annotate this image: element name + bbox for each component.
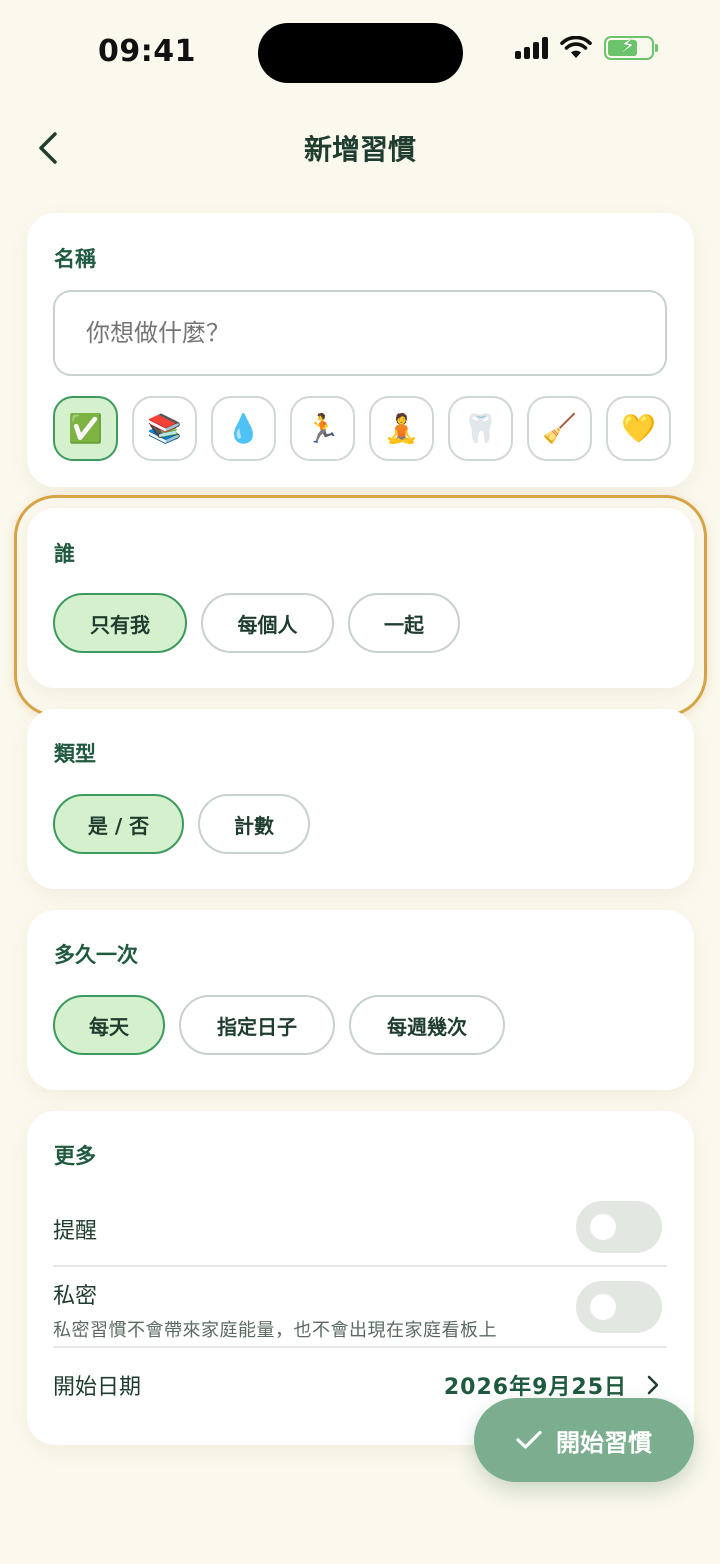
frequency-option-times-per-week[interactable]: 每週幾次	[349, 995, 505, 1055]
emoji-option[interactable]: 🧹	[527, 396, 592, 461]
emoji-option[interactable]: 💧	[211, 396, 276, 461]
chevron-right-icon	[647, 1375, 659, 1395]
private-description: 私密習慣不會帶來家庭能量，也不會出現在家庭看板上	[53, 1320, 497, 1341]
name-label: 名稱	[54, 247, 96, 271]
more-label: 更多	[54, 1144, 96, 1168]
check-mark-emoji-icon: ✅	[68, 412, 103, 445]
page-title: 新增習慣	[303, 133, 416, 166]
cellular-signal-icon	[515, 37, 548, 59]
focus-highlight-ring	[14, 495, 707, 717]
reminder-row: 提醒	[53, 1213, 667, 1245]
emoji-option[interactable]: 💛	[606, 396, 671, 461]
start-date-value: 2026年9月25日	[443, 1375, 627, 1400]
dynamic-island	[258, 23, 463, 83]
private-row: 私密 私密習慣不會帶來家庭能量，也不會出現在家庭看板上	[53, 1278, 667, 1342]
status-bar: 09:41 ⚡	[0, 0, 720, 104]
more-card: 更多 提醒 私密 私密習慣不會帶來家庭能量，也不會出現在家庭看板上 開始日期 2…	[27, 1111, 694, 1445]
reminder-toggle[interactable]	[576, 1201, 662, 1253]
battery-charging-icon: ⚡	[604, 35, 658, 60]
emoji-option[interactable]: 🏃	[290, 396, 355, 461]
type-option-yes-no[interactable]: 是 / 否	[53, 794, 184, 854]
yellow-heart-emoji-icon: 💛	[621, 412, 656, 445]
runner-emoji-icon: 🏃	[305, 412, 340, 445]
start-date-row[interactable]: 開始日期 2026年9月25日	[53, 1369, 667, 1401]
droplet-emoji-icon: 💧	[226, 412, 261, 445]
frequency-options: 每天 指定日子 每週幾次	[53, 995, 505, 1055]
frequency-option-specific-days[interactable]: 指定日子	[179, 995, 335, 1055]
private-toggle[interactable]	[576, 1281, 662, 1333]
emoji-picker: ✅ 📚 💧 🏃 🧘 🦷 🧹 💛	[53, 396, 671, 461]
status-icons: ⚡	[515, 35, 658, 60]
name-card: 名稱 ✅ 📚 💧 🏃 🧘 🦷 🧹 💛	[27, 213, 694, 487]
divider	[53, 1265, 667, 1267]
meditation-emoji-icon: 🧘	[384, 412, 419, 445]
start-habit-label: 開始習慣	[556, 1428, 652, 1457]
emoji-option[interactable]: 📚	[132, 396, 197, 461]
habit-name-input[interactable]	[53, 290, 667, 376]
broom-emoji-icon: 🧹	[542, 412, 577, 445]
check-icon	[516, 1430, 542, 1449]
emoji-option[interactable]: 🦷	[448, 396, 513, 461]
status-time: 09:41	[98, 34, 196, 69]
private-label: 私密	[53, 1284, 98, 1309]
frequency-label: 多久一次	[54, 943, 138, 967]
wifi-icon	[560, 36, 592, 58]
type-card: 類型 是 / 否 計數	[27, 709, 694, 889]
divider	[53, 1346, 667, 1348]
frequency-option-daily[interactable]: 每天	[53, 995, 165, 1055]
type-option-count[interactable]: 計數	[198, 794, 310, 854]
frequency-card: 多久一次 每天 指定日子 每週幾次	[27, 910, 694, 1090]
reminder-label: 提醒	[53, 1219, 98, 1244]
emoji-option[interactable]: ✅	[53, 396, 118, 461]
type-label: 類型	[54, 742, 96, 766]
tooth-emoji-icon: 🦷	[463, 412, 498, 445]
emoji-option[interactable]: 🧘	[369, 396, 434, 461]
type-options: 是 / 否 計數	[53, 794, 310, 854]
start-habit-button[interactable]: 開始習慣	[474, 1398, 694, 1482]
books-emoji-icon: 📚	[147, 412, 182, 445]
